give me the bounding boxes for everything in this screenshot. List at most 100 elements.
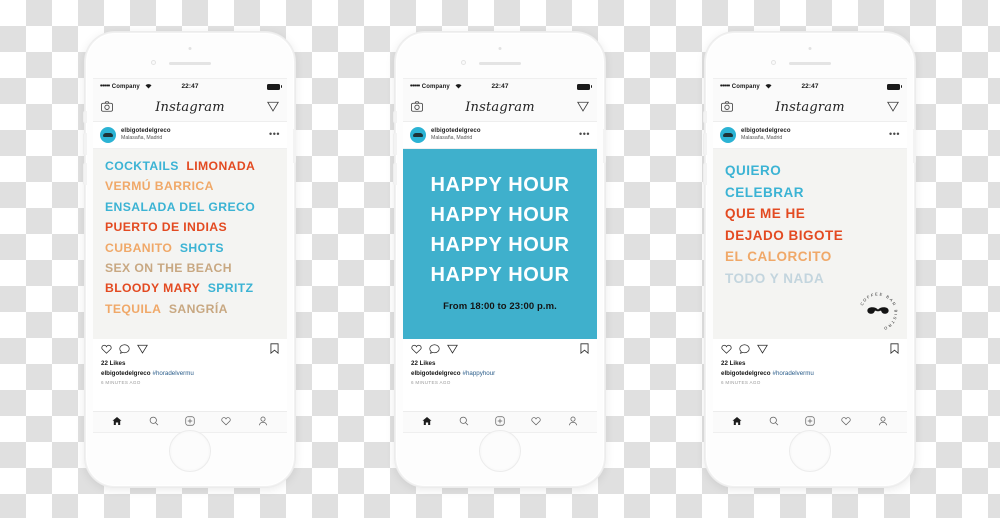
quiero-word: QUIERO [725,163,782,178]
heart-icon[interactable] [721,341,732,359]
profile-icon[interactable] [878,413,888,431]
caption-hashtag[interactable]: #horadelvermu [153,370,194,377]
home-button[interactable] [789,430,831,472]
volume-down-button[interactable] [394,163,397,185]
profile-icon[interactable] [258,413,268,431]
home-icon[interactable] [112,413,122,431]
home-button[interactable] [479,430,521,472]
author-location[interactable]: Malasaña, Madrid [741,135,791,142]
home-icon[interactable] [732,413,742,431]
power-button[interactable] [603,129,606,163]
like-count[interactable]: 22 Likes [721,360,899,367]
author-username[interactable]: elbigotedelgreco [741,128,791,135]
caption-username[interactable]: elbigotedelgreco [721,370,771,377]
author-username[interactable]: elbigotedelgreco [431,128,481,135]
bookmark-icon[interactable] [890,341,899,359]
phone-mockup-stage: ••••• Company 22:47 Instagram elbigotede… [0,0,1000,518]
phone-screen-3: ••••• Company 22:47 Instagram elbigotede… [713,78,907,433]
menu-word: SEX ON THE BEACH [105,260,232,275]
caption-username[interactable]: elbigotedelgreco [411,370,461,377]
post-image-cocktails-menu[interactable]: COCKTAILS LIMONADA VERMÚ BARRICA ENSALAD… [93,149,287,339]
activity-heart-icon[interactable] [221,413,231,431]
search-icon[interactable] [459,413,469,431]
direct-share-icon[interactable] [577,99,589,117]
front-camera-icon [808,47,812,50]
power-button[interactable] [913,129,916,163]
post-author-row[interactable]: elbigotedelgreco Malasaña, Madrid ••• [93,122,287,149]
post-author-row[interactable]: elbigotedelgreco Malasaña, Madrid ••• [713,122,907,149]
post-options-icon[interactable]: ••• [269,129,280,138]
earpiece-speaker [479,62,521,65]
avatar[interactable] [410,127,426,143]
heart-icon[interactable] [411,341,422,359]
home-icon[interactable] [422,413,432,431]
caption-username[interactable]: elbigotedelgreco [101,370,151,377]
like-count[interactable]: 22 Likes [411,360,589,367]
camera-icon[interactable] [721,99,733,117]
carrier-label: Company [731,83,760,90]
profile-icon[interactable] [568,413,578,431]
tab-bar-1 [93,411,287,432]
avatar[interactable] [720,127,736,143]
silent-switch[interactable] [394,111,397,123]
share-icon[interactable] [757,341,768,359]
bookmark-icon[interactable] [580,341,589,359]
post-options-icon[interactable]: ••• [889,129,900,138]
happy-hour-headline: HAPPY HOUR [430,264,570,286]
volume-up-button[interactable] [394,133,397,155]
comment-icon[interactable] [119,341,130,359]
comment-icon[interactable] [739,341,750,359]
volume-up-button[interactable] [84,133,87,155]
post-timestamp: 6 MINUTES AGO [101,379,141,385]
tab-bar-2 [403,411,597,432]
carrier-label: Company [111,83,140,90]
instagram-nav-bar: Instagram [403,94,597,122]
activity-heart-icon[interactable] [531,413,541,431]
silent-switch[interactable] [84,111,87,123]
camera-icon[interactable] [411,99,423,117]
author-info: elbigotedelgreco Malasaña, Madrid [741,128,791,142]
post-image-quiero-celebrar[interactable]: QUIERO CELEBRAR QUE ME HE DEJADO BIGOTE … [713,149,907,339]
share-icon[interactable] [447,341,458,359]
avatar[interactable] [100,127,116,143]
like-count[interactable]: 22 Likes [101,360,279,367]
home-button[interactable] [169,430,211,472]
comment-icon[interactable] [429,341,440,359]
volume-up-button[interactable] [704,133,707,155]
volume-down-button[interactable] [704,163,707,185]
menu-word: BLOODY MARY [105,281,201,296]
heart-icon[interactable] [101,341,112,359]
direct-share-icon[interactable] [267,99,279,117]
caption-hashtag[interactable]: #happyhour [463,370,496,377]
add-post-icon[interactable] [185,413,195,431]
earpiece-speaker [169,62,211,65]
camera-icon[interactable] [101,99,113,117]
volume-down-button[interactable] [84,163,87,185]
post-image-happy-hour[interactable]: HAPPY HOUR HAPPY HOUR HAPPY HOUR HAPPY H… [403,149,597,339]
menu-word: PUERTO DE INDIAS [105,220,227,235]
activity-heart-icon[interactable] [841,413,851,431]
proximity-sensor-icon [151,60,156,65]
add-post-icon[interactable] [805,413,815,431]
search-icon[interactable] [149,413,159,431]
quiero-word: CELEBRAR [725,184,805,200]
earpiece-speaker [789,62,831,65]
tab-bar-3 [713,411,907,432]
bookmark-icon[interactable] [270,341,279,359]
add-post-icon[interactable] [495,413,505,431]
caption-hashtag[interactable]: #horadelvermu [773,370,814,377]
search-icon[interactable] [769,413,779,431]
author-location[interactable]: Malasaña, Madrid [431,135,481,142]
status-bar: ••••• Company 22:47 [403,79,597,94]
menu-line: CUBANITO SHOTS [105,241,277,254]
post-options-icon[interactable]: ••• [579,129,590,138]
silent-switch[interactable] [704,111,707,123]
author-location[interactable]: Malasaña, Madrid [121,135,171,142]
post-author-row[interactable]: elbigotedelgreco Malasaña, Madrid ••• [403,122,597,149]
power-button[interactable] [293,129,296,163]
author-username[interactable]: elbigotedelgreco [121,128,171,135]
proximity-sensor-icon [771,60,776,65]
direct-share-icon[interactable] [887,99,899,117]
share-icon[interactable] [137,341,148,359]
phone-screen-1: ••••• Company 22:47 Instagram elbigotede… [93,78,287,433]
